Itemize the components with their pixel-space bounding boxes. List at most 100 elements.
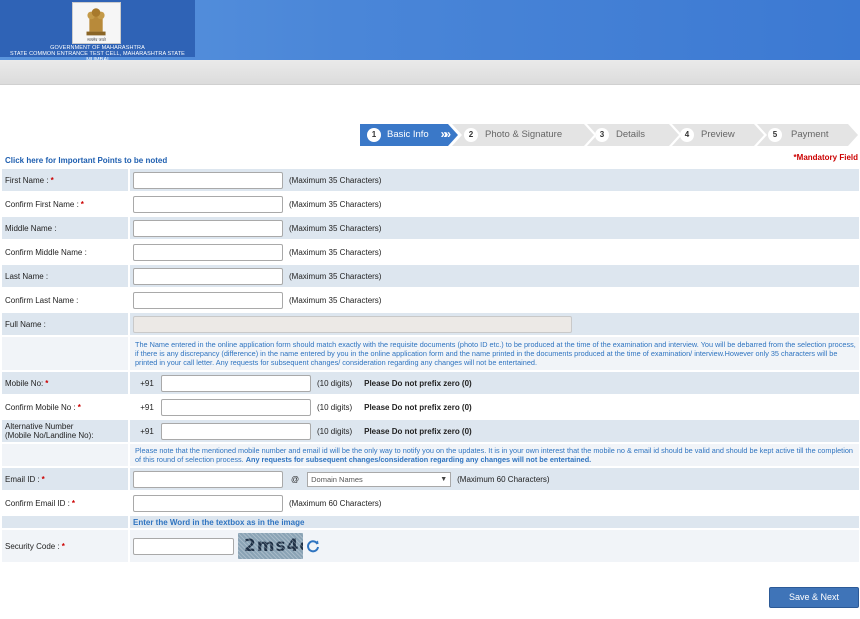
emblem-caption: सत्यमेव जयते [87, 37, 106, 42]
step-number: 5 [768, 128, 782, 142]
required-mark: * [71, 498, 76, 508]
email-hint: (Maximum 60 Characters) [457, 474, 550, 484]
confirm-mobile-input[interactable] [161, 398, 311, 416]
row-full-name: Full Name : [2, 313, 859, 337]
confirm-last-name-input[interactable] [133, 291, 283, 309]
row-contact-note: Please note that the mentioned mobile nu… [2, 444, 859, 468]
last-name-label: Last Name : [5, 271, 49, 281]
alt-number-warning: Please Do not prefix zero (0) [364, 426, 472, 436]
step-label: Photo & Signature [485, 129, 563, 140]
step-preview[interactable]: 4 Preview [672, 124, 764, 146]
first-name-label: First Name : [5, 175, 49, 185]
at-sign: @ [291, 474, 300, 484]
progress-steps: 1 Basic Info »» 2 Photo & Signature 3 De… [360, 124, 860, 146]
step-basic-info[interactable]: 1 Basic Info »» [360, 124, 458, 146]
captcha-instruction: Enter the Word in the textbox as in the … [133, 517, 305, 527]
row-confirm-mobile: Confirm Mobile No : * +91 (10 digits) Pleas… [2, 396, 859, 420]
row-confirm-first-name: Confirm First Name : * (Maximum 35 Charac… [2, 193, 859, 217]
page-header: सत्यमेव जयते GOVERNMENT OF MAHARASHTRA S… [0, 0, 860, 63]
step-photo-signature[interactable]: 2 Photo & Signature [452, 124, 594, 146]
middle-name-input[interactable] [133, 219, 283, 237]
step-label: Payment [791, 129, 829, 140]
domain-placeholder: Domain Names [311, 474, 363, 484]
basic-info-form: First Name : * (Maximum 35 Characters) Co… [2, 169, 859, 564]
header-subbar [0, 60, 860, 85]
row-confirm-email: Confirm Email ID : * (Maximum 60 Characte… [2, 492, 859, 516]
confirm-email-label: Confirm Email ID : [5, 498, 70, 508]
step-number: 3 [595, 128, 609, 142]
confirm-first-name-hint: (Maximum 35 Characters) [289, 199, 382, 209]
mobile-warning: Please Do not prefix zero (0) [364, 378, 472, 388]
full-name-readonly-field [133, 315, 572, 333]
important-points-link[interactable]: Click here for Important Points to be no… [5, 156, 167, 165]
confirm-mobile-hint: (10 digits) [317, 402, 353, 412]
confirm-email-input[interactable] [133, 494, 283, 512]
email-label: Email ID : [5, 474, 40, 484]
first-name-input[interactable] [133, 171, 283, 189]
row-captcha-instruction: Enter the Word in the textbox as in the … [2, 516, 859, 530]
row-first-name: First Name : * (Maximum 35 Characters) [2, 169, 859, 193]
confirm-last-name-hint: (Maximum 35 Characters) [289, 295, 382, 305]
row-mobile: Mobile No: * +91 (10 digits) Please Do not … [2, 372, 859, 396]
confirm-mobile-label: Confirm Mobile No : [5, 402, 76, 412]
required-mark: * [77, 402, 81, 412]
alt-number-input[interactable] [161, 422, 311, 440]
row-last-name: Last Name : (Maximum 35 Characters) [2, 265, 859, 289]
confirm-last-name-label: Confirm Last Name : [5, 295, 79, 305]
middle-name-hint: (Maximum 35 Characters) [289, 223, 382, 233]
step-number: 1 [367, 128, 381, 142]
step-details[interactable]: 3 Details [587, 124, 679, 146]
row-alternative-number: Alternative Number (Mobile No/Landline No… [2, 420, 859, 444]
step-label: Details [616, 129, 646, 140]
country-code-prefix: +91 [140, 402, 154, 412]
required-mark: * [61, 541, 65, 551]
alt-number-hint: (10 digits) [317, 426, 353, 436]
row-security-code: Security Code :* 2ms4c [2, 530, 859, 564]
logo-block: सत्यमेव जयते GOVERNMENT OF MAHARASHTRA S… [0, 0, 195, 63]
confirm-middle-name-input[interactable] [133, 243, 283, 261]
confirm-email-hint: (Maximum 60 Characters) [289, 498, 382, 508]
name-note-text: The Name entered in the online applicati… [135, 340, 856, 367]
row-email: Email ID : * @ Domain Names ▼ (Maximum 60 Ch… [2, 468, 859, 492]
mobile-hint: (10 digits) [317, 378, 353, 388]
row-middle-name: Middle Name : (Maximum 35 Characters) [2, 217, 859, 241]
confirm-middle-name-label: Confirm Middle Name : [5, 247, 87, 257]
step-label: Preview [701, 129, 735, 140]
step-payment[interactable]: 5 Payment [757, 124, 858, 146]
security-code-input[interactable] [133, 537, 234, 555]
full-name-label: Full Name : [5, 319, 46, 329]
security-code-label: Security Code : [5, 541, 60, 551]
required-mark: * [80, 199, 84, 209]
mobile-input[interactable] [161, 374, 311, 392]
alt-number-sublabel: (Mobile No/Landline No): [5, 431, 94, 440]
country-code-prefix: +91 [140, 426, 154, 436]
first-name-hint: (Maximum 35 Characters) [289, 175, 382, 185]
row-confirm-last-name: Confirm Last Name : (Maximum 35 Characte… [2, 289, 859, 313]
mandatory-field-note: *Mandatory Field [793, 153, 858, 162]
required-mark: * [45, 378, 49, 388]
email-user-input[interactable] [133, 470, 283, 488]
row-name-note: The Name entered in the online applicati… [2, 337, 859, 372]
required-mark: * [41, 474, 45, 484]
contact-note-bold: Any requests for subsequent changes/cons… [245, 455, 592, 464]
step-number: 4 [680, 128, 694, 142]
middle-name-label: Middle Name : [5, 223, 57, 233]
double-chevron-icon: »» [440, 127, 448, 141]
last-name-hint: (Maximum 35 Characters) [289, 271, 382, 281]
refresh-captcha-icon[interactable] [306, 539, 320, 553]
row-confirm-middle-name: Confirm Middle Name : (Maximum 35 Charac… [2, 241, 859, 265]
state-emblem-icon: सत्यमेव जयते [72, 2, 121, 44]
last-name-input[interactable] [133, 267, 283, 285]
email-domain-select[interactable]: Domain Names ▼ [307, 471, 452, 487]
save-next-button[interactable]: Save & Next [769, 587, 859, 608]
step-number: 2 [464, 128, 478, 142]
dropdown-arrow-icon: ▼ [440, 475, 448, 483]
confirm-middle-name-hint: (Maximum 35 Characters) [289, 247, 382, 257]
step-label: Basic Info [387, 129, 429, 140]
confirm-first-name-input[interactable] [133, 195, 283, 213]
confirm-mobile-warning: Please Do not prefix zero (0) [364, 402, 472, 412]
country-code-prefix: +91 [140, 378, 154, 388]
required-mark: * [50, 175, 54, 185]
mobile-label: Mobile No: [5, 378, 44, 388]
captcha-image: 2ms4c [238, 533, 303, 559]
